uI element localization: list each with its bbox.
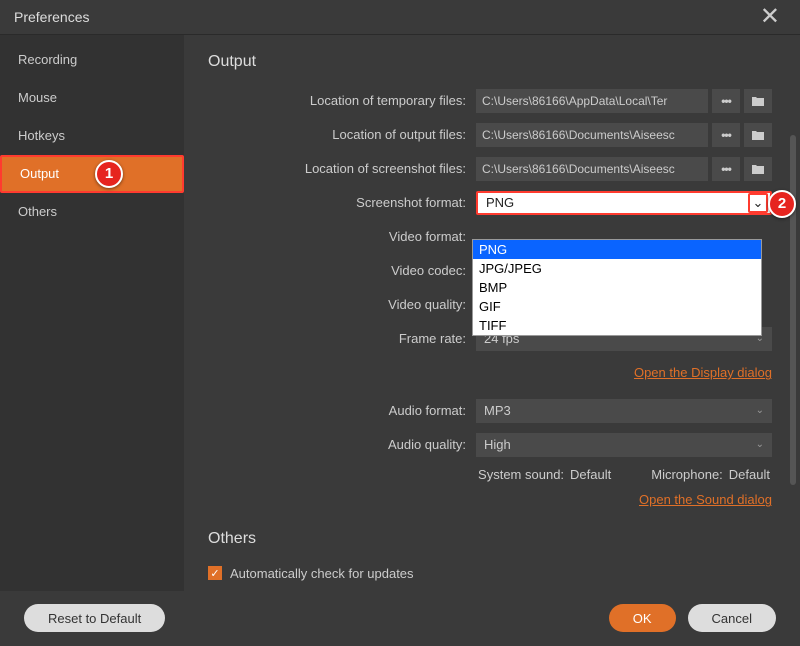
output-files-path[interactable]: C:\Users\86166\Documents\Aiseesc [476,123,708,147]
auto-update-label: Automatically check for updates [230,566,414,581]
label-video-format: Video format: [208,229,476,244]
folder-icon [751,129,765,141]
label-audio-format: Audio format: [208,403,476,418]
label-frame-rate: Frame rate: [208,331,476,346]
label-output-files: Location of output files: [208,127,476,142]
label-audio-quality: Audio quality: [208,437,476,452]
content-area: Recording Mouse Hotkeys Output Others Ou… [0,35,800,591]
dropdown-option-tiff[interactable]: TIFF [473,316,761,335]
section-title-output: Output [208,53,772,71]
sidebar-item-hotkeys[interactable]: Hotkeys [0,117,184,155]
sidebar-item-recording[interactable]: Recording [0,41,184,79]
callout-2: 2 [768,190,796,218]
dropdown-option-gif[interactable]: GIF [473,297,761,316]
dropdown-option-bmp[interactable]: BMP [473,278,761,297]
label-temp-files: Location of temporary files: [208,93,476,108]
open-sound-dialog-link[interactable]: Open the Sound dialog [639,492,772,507]
chevron-down-icon: ⌄ [756,439,764,450]
ellipsis-icon: ••• [721,128,731,142]
temp-files-path[interactable]: C:\Users\86166\AppData\Local\Ter [476,89,708,113]
open-temp-folder-button[interactable] [744,89,772,113]
folder-icon [751,95,765,107]
browse-output-button[interactable]: ••• [712,123,740,147]
label-microphone: Microphone: [651,467,723,482]
chevron-down-icon: ⌄ [756,405,764,416]
cancel-button[interactable]: Cancel [688,604,776,632]
ellipsis-icon: ••• [721,162,731,176]
browse-screenshot-button[interactable]: ••• [712,157,740,181]
ellipsis-icon: ••• [721,94,731,108]
dropdown-option-png[interactable]: PNG [473,240,761,259]
open-screenshot-folder-button[interactable] [744,157,772,181]
open-display-dialog-link[interactable]: Open the Display dialog [634,365,772,380]
footer: Reset to Default OK Cancel [0,591,800,646]
audio-quality-select[interactable]: High ⌄ [476,433,772,457]
label-video-quality: Video quality: [208,297,476,312]
screenshot-format-dropdown: PNG JPG/JPEG BMP GIF TIFF [472,239,762,336]
audio-quality-value: High [484,437,511,452]
label-screenshot-files: Location of screenshot files: [208,161,476,176]
sidebar: Recording Mouse Hotkeys Output Others [0,35,184,591]
callout-1: 1 [95,160,123,188]
audio-format-select[interactable]: MP3 ⌄ [476,399,772,423]
label-screenshot-format: Screenshot format: [208,195,476,210]
chevron-down-icon[interactable]: ⌄ [748,193,768,213]
dropdown-option-jpg[interactable]: JPG/JPEG [473,259,761,278]
sidebar-item-others[interactable]: Others [0,193,184,231]
sidebar-item-output[interactable]: Output [0,155,184,193]
browse-temp-button[interactable]: ••• [712,89,740,113]
screenshot-files-path[interactable]: C:\Users\86166\Documents\Aiseesc [476,157,708,181]
preferences-window: Preferences ✕ Recording Mouse Hotkeys Ou… [0,0,800,646]
open-output-folder-button[interactable] [744,123,772,147]
microphone-value: Default [729,467,770,482]
sidebar-item-mouse[interactable]: Mouse [0,79,184,117]
folder-icon [751,163,765,175]
window-title: Preferences [14,9,89,25]
ok-button[interactable]: OK [609,604,676,632]
screenshot-format-value: PNG [486,195,514,210]
system-sound-value: Default [570,467,611,482]
label-system-sound: System sound: [478,467,564,482]
label-video-codec: Video codec: [208,263,476,278]
section-title-others: Others [208,530,772,548]
screenshot-format-select[interactable]: PNG ⌄ [476,191,772,215]
auto-update-checkbox[interactable]: ✓ [208,566,222,580]
scrollbar[interactable] [790,135,796,485]
titlebar: Preferences ✕ [0,0,800,35]
audio-format-value: MP3 [484,403,511,418]
reset-to-default-button[interactable]: Reset to Default [24,604,165,632]
auto-update-row: ✓ Automatically check for updates [208,566,772,581]
close-icon[interactable]: ✕ [754,2,786,31]
